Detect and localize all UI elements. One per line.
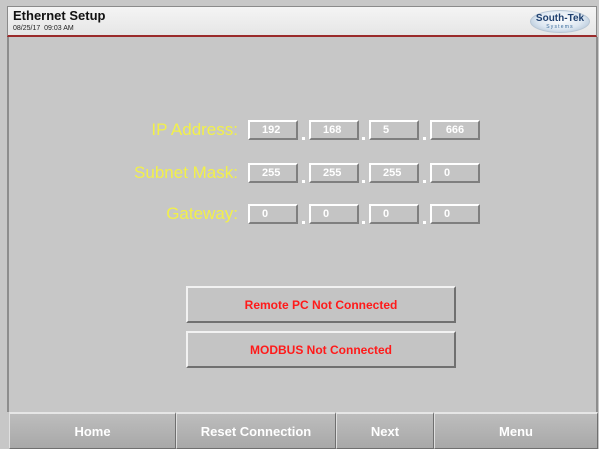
- ip-dot-1: [302, 137, 305, 140]
- title-bar: Ethernet Setup 08/25/17 09:03 AM South-T…: [7, 6, 597, 37]
- page-title: Ethernet Setup: [13, 8, 106, 23]
- subnet-dot-1: [302, 180, 305, 183]
- subnet-octet-4[interactable]: 0: [430, 163, 480, 183]
- reset-connection-button[interactable]: Reset Connection: [176, 412, 336, 449]
- gateway-octet-4[interactable]: 0: [430, 204, 480, 224]
- subnet-octet-3[interactable]: 255: [369, 163, 419, 183]
- ip-octet-1[interactable]: 192: [248, 120, 298, 140]
- subnet-octet-2[interactable]: 255: [309, 163, 359, 183]
- gateway-octet-3[interactable]: 0: [369, 204, 419, 224]
- gateway-octet-2[interactable]: 0: [309, 204, 359, 224]
- ip-dot-3: [423, 137, 426, 140]
- subnet-octet-1[interactable]: 255: [248, 163, 298, 183]
- subnet-dot-3: [423, 180, 426, 183]
- ip-dot-2: [362, 137, 365, 140]
- frame-right-border: [596, 37, 598, 412]
- ip-octet-4[interactable]: 666: [430, 120, 480, 140]
- subnet-mask-label: Subnet Mask:: [134, 163, 238, 182]
- ip-address-label: IP Address:: [151, 120, 238, 139]
- ip-octet-3[interactable]: 5: [369, 120, 419, 140]
- gateway-dot-3: [423, 221, 426, 224]
- gateway-dot-2: [362, 221, 365, 224]
- remote-pc-status: Remote PC Not Connected: [186, 286, 456, 323]
- home-button[interactable]: Home: [9, 412, 176, 449]
- menu-button[interactable]: Menu: [434, 412, 598, 449]
- south-tek-logo: South-Tek Systems: [530, 10, 590, 33]
- gateway-dot-1: [302, 221, 305, 224]
- logo-subtitle: Systems: [546, 24, 574, 30]
- gateway-label: Gateway:: [166, 204, 238, 223]
- modbus-status: MODBUS Not Connected: [186, 331, 456, 368]
- frame-left-border: [7, 37, 9, 412]
- logo-name: South-Tek: [535, 13, 585, 24]
- subnet-dot-2: [362, 180, 365, 183]
- date-time: 08/25/17 09:03 AM: [13, 25, 74, 32]
- next-button[interactable]: Next: [336, 412, 434, 449]
- ip-octet-2[interactable]: 168: [309, 120, 359, 140]
- gateway-octet-1[interactable]: 0: [248, 204, 298, 224]
